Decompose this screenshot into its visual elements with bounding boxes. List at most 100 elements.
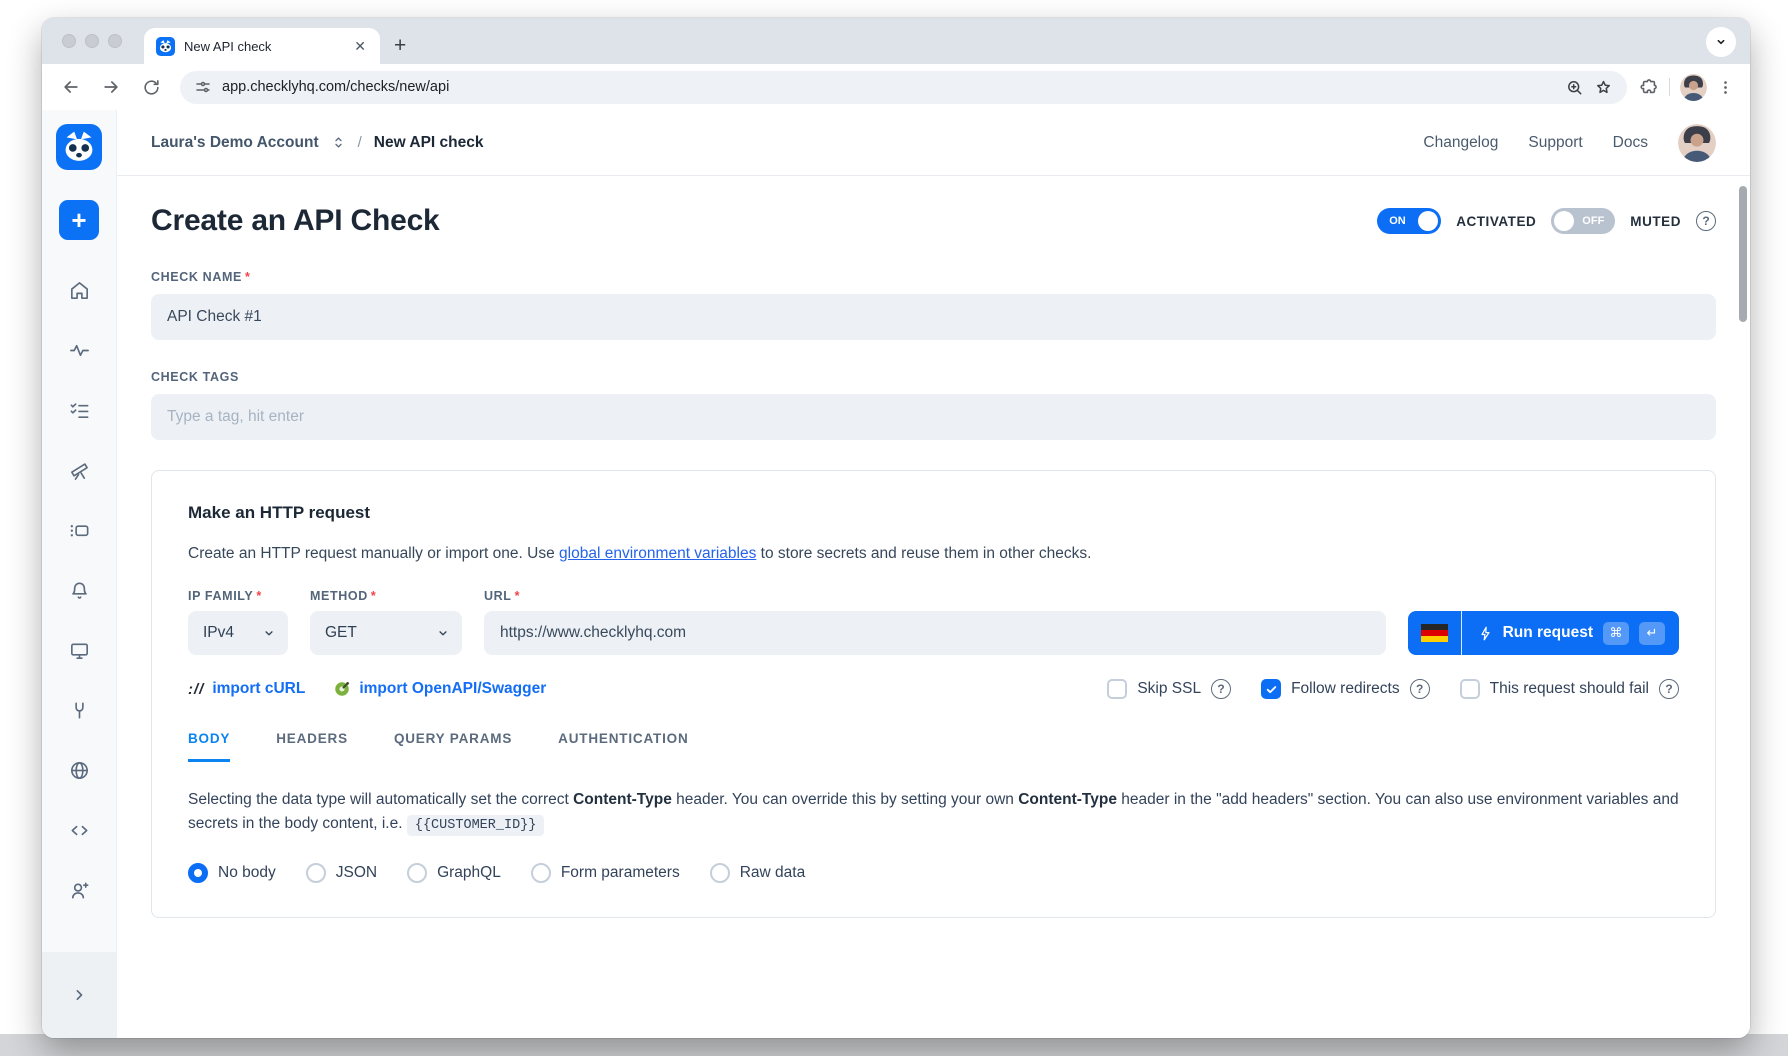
radio-dot[interactable]	[188, 863, 208, 883]
page-content: Create an API Check ON ACTIVATED OFF MUT…	[117, 176, 1750, 918]
invite-user-icon[interactable]	[57, 868, 101, 912]
private-locations-globe-icon[interactable]	[57, 748, 101, 792]
url-field: URL*	[484, 589, 1386, 655]
bookmark-star-icon[interactable]	[1594, 78, 1613, 97]
radio-form-parameters[interactable]: Form parameters	[531, 863, 680, 883]
radio-dot[interactable]	[306, 863, 326, 883]
muted-toggle-text: OFF	[1582, 215, 1604, 227]
tab-query-params[interactable]: QUERY PARAMS	[394, 731, 512, 762]
extensions-icon[interactable]	[1639, 77, 1659, 97]
url-input[interactable]	[484, 611, 1386, 655]
muted-toggle[interactable]: OFF	[1551, 208, 1615, 234]
back-button[interactable]	[54, 70, 88, 104]
skip-ssl-checkbox[interactable]	[1107, 679, 1127, 699]
nav-changelog[interactable]: Changelog	[1423, 134, 1498, 152]
request-should-fail-help-icon[interactable]: ?	[1659, 679, 1679, 699]
telescope-icon[interactable]	[57, 448, 101, 492]
run-request-button[interactable]: Run request ⌘ ↵	[1462, 611, 1679, 655]
chevron-down-icon	[1713, 34, 1729, 50]
minimize-window-button[interactable]	[85, 34, 99, 48]
zoom-icon[interactable]	[1565, 78, 1584, 97]
check-name-label: CHECK NAME*	[151, 270, 1716, 284]
header-nav: Changelog Support Docs	[1423, 124, 1716, 162]
radio-dot[interactable]	[531, 863, 551, 883]
app-sidebar: +	[42, 110, 117, 1038]
ip-family-select[interactable]: IPv4	[188, 611, 288, 655]
app-header: Laura's Demo Account / New API check Cha…	[117, 110, 1750, 176]
method-field: METHOD* GET	[310, 589, 462, 655]
create-new-button[interactable]: +	[59, 200, 99, 240]
tab-headers[interactable]: HEADERS	[276, 731, 348, 762]
url-text[interactable]: app.checklyhq.com/checks/new/api	[222, 79, 1555, 95]
radio-raw-data[interactable]: Raw data	[710, 863, 805, 883]
radio-json[interactable]: JSON	[306, 863, 377, 883]
enter-key-badge: ↵	[1639, 622, 1665, 645]
run-location-button[interactable]	[1408, 611, 1462, 655]
nav-docs[interactable]: Docs	[1613, 134, 1648, 152]
toolbar-divider	[1669, 78, 1670, 96]
radio-graphql[interactable]: GraphQL	[407, 863, 501, 883]
new-tab-button[interactable]: +	[380, 34, 420, 64]
nav-support[interactable]: Support	[1528, 134, 1582, 152]
check-name-input[interactable]	[151, 294, 1716, 340]
breadcrumb-page: New API check	[374, 134, 484, 152]
follow-redirects-help-icon[interactable]: ?	[1410, 679, 1430, 699]
radio-no-body[interactable]: No body	[188, 863, 276, 883]
main-area: Laura's Demo Account / New API check Cha…	[117, 110, 1750, 1038]
required-asterisk: *	[245, 270, 251, 284]
account-switcher[interactable]: Laura's Demo Account	[151, 134, 319, 152]
reload-button[interactable]	[134, 70, 168, 104]
toggle-knob	[1418, 211, 1438, 231]
close-window-button[interactable]	[62, 34, 76, 48]
activity-icon[interactable]	[57, 328, 101, 372]
tab-authentication[interactable]: AUTHENTICATION	[558, 731, 688, 762]
method-select[interactable]: GET	[310, 611, 462, 655]
checks-list-icon[interactable]	[57, 388, 101, 432]
tab-search-button[interactable]	[1706, 27, 1736, 57]
cli-code-icon[interactable]	[57, 808, 101, 852]
check-tags-label: CHECK TAGS	[151, 370, 1716, 384]
request-should-fail-option: This request should fail ?	[1460, 679, 1679, 699]
follow-redirects-checkbox[interactable]	[1261, 679, 1281, 699]
site-settings-icon[interactable]	[194, 78, 212, 96]
zoom-window-button[interactable]	[108, 34, 122, 48]
check-tags-input[interactable]	[151, 394, 1716, 440]
tab-body[interactable]: BODY	[188, 731, 230, 762]
browser-tab[interactable]: New API check ✕	[144, 28, 380, 64]
dashboards-icon[interactable]	[57, 628, 101, 672]
cmd-key-badge: ⌘	[1603, 622, 1629, 645]
notifications-bell-icon[interactable]	[57, 568, 101, 612]
activated-toggle[interactable]: ON	[1377, 208, 1441, 234]
sidebar-expand-button[interactable]	[42, 952, 116, 1038]
activated-toggle-text: ON	[1389, 215, 1406, 227]
radio-dot[interactable]	[710, 863, 730, 883]
profile-avatar[interactable]	[1680, 74, 1707, 101]
toggles-help-icon[interactable]: ?	[1696, 211, 1716, 231]
import-openapi-link[interactable]: import OpenAPI/Swagger	[333, 680, 546, 698]
import-curl-link[interactable]: :// import cURL	[188, 680, 305, 698]
checkly-logo[interactable]	[56, 124, 102, 170]
request-card-description: Create an HTTP request manually or impor…	[188, 545, 1679, 563]
tab-close-icon[interactable]: ✕	[350, 37, 370, 55]
address-bar[interactable]: app.checklyhq.com/checks/new/api	[180, 71, 1627, 104]
request-tabs: BODY HEADERS QUERY PARAMS AUTHENTICATION	[188, 731, 1679, 762]
page-title: Create an API Check	[151, 204, 440, 238]
scrollbar-thumb[interactable]	[1739, 186, 1747, 322]
browser-menu-icon[interactable]	[1717, 79, 1734, 96]
lightning-bolt-icon	[1478, 625, 1493, 642]
follow-redirects-option: Follow redirects ?	[1261, 679, 1430, 699]
skip-ssl-help-icon[interactable]: ?	[1211, 679, 1231, 699]
forward-button[interactable]	[94, 70, 128, 104]
checkly-app: +	[42, 110, 1750, 1038]
window-controls	[42, 18, 136, 64]
user-avatar[interactable]	[1678, 124, 1716, 162]
body-help-text: Selecting the data type will automatical…	[188, 788, 1679, 837]
home-icon[interactable]	[57, 268, 101, 312]
ip-family-field: IP FAMILY* IPv4	[188, 589, 288, 655]
groups-icon[interactable]	[57, 508, 101, 552]
radio-dot[interactable]	[407, 863, 427, 883]
maintenance-icon[interactable]	[57, 688, 101, 732]
request-should-fail-checkbox[interactable]	[1460, 679, 1480, 699]
env-variables-link[interactable]: global environment variables	[559, 545, 756, 562]
account-switcher-chevrons-icon[interactable]	[331, 134, 346, 151]
